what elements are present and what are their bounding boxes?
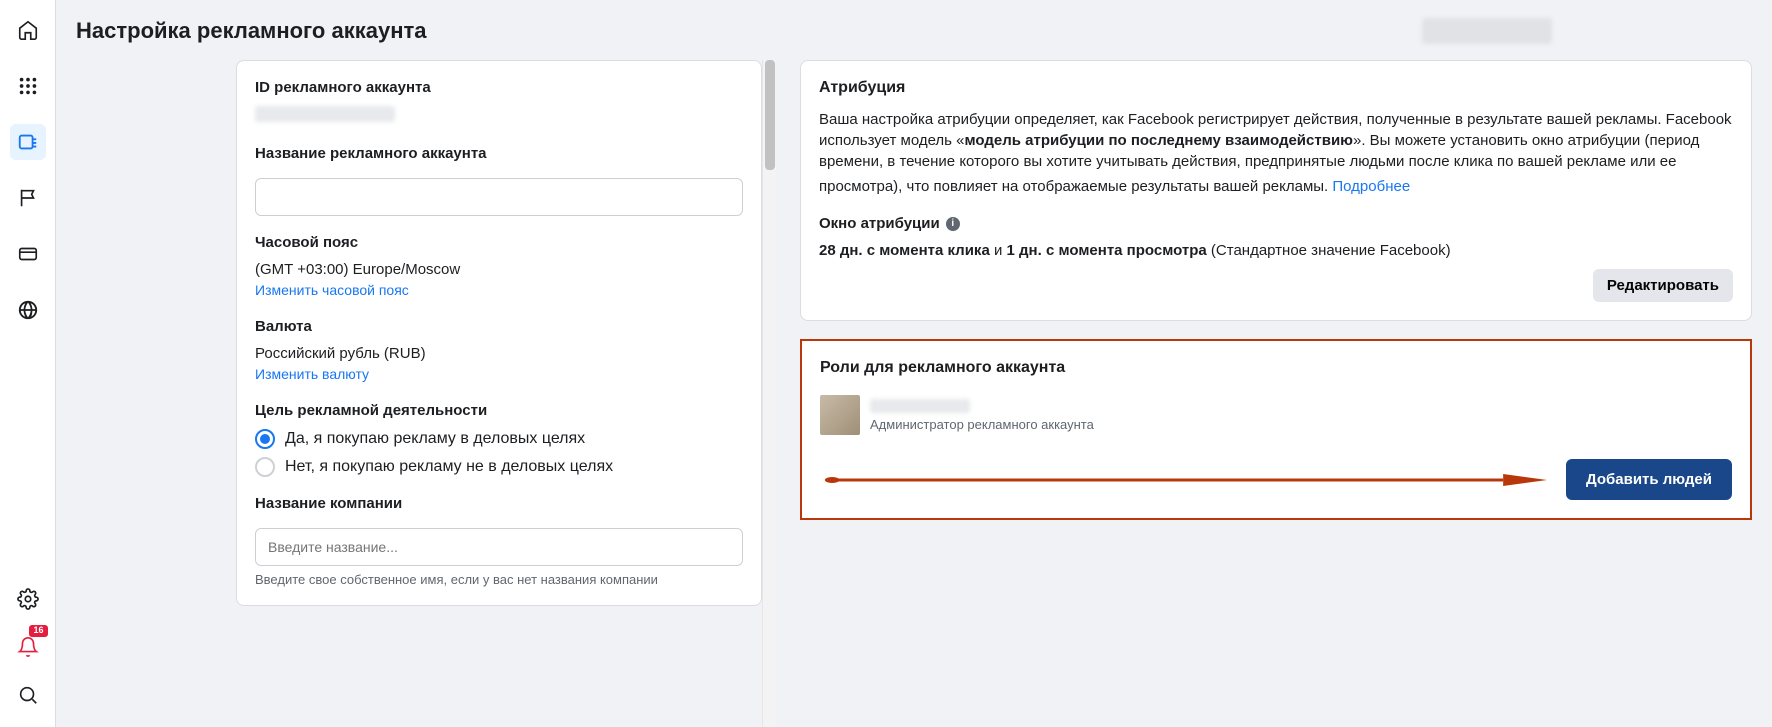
attribution-description: Ваша настройка атрибуции определяет, как… xyxy=(819,109,1733,197)
purpose-radio-no-label: Нет, я покупаю рекламу не в деловых целя… xyxy=(285,458,613,476)
purpose-radio-yes[interactable] xyxy=(255,429,275,449)
account-selector[interactable] xyxy=(1422,18,1552,44)
currency-label: Валюта xyxy=(255,318,743,335)
account-id-value xyxy=(255,106,395,122)
change-timezone-link[interactable]: Изменить часовой пояс xyxy=(255,282,409,298)
account-settings-card: ID рекламного аккаунта Название рекламно… xyxy=(236,60,762,606)
learn-more-link[interactable]: Подробнее xyxy=(1332,176,1410,197)
purpose-label: Цель рекламной деятельности xyxy=(255,402,743,419)
purpose-radio-yes-label: Да, я покупаю рекламу в деловых целях xyxy=(285,430,585,448)
account-name-label: Название рекламного аккаунта xyxy=(255,145,743,162)
ad-account-icon[interactable] xyxy=(10,124,46,160)
account-id-label: ID рекламного аккаунта xyxy=(255,79,743,96)
flag-icon[interactable] xyxy=(10,180,46,216)
scrollbar[interactable] xyxy=(762,60,776,727)
roles-card: Роли для рекламного аккаунта Администрат… xyxy=(800,339,1752,520)
avatar xyxy=(820,395,860,435)
timezone-label: Часовой пояс xyxy=(255,234,743,251)
currency-value: Российский рубль (RUB) xyxy=(255,345,743,362)
search-icon[interactable] xyxy=(10,677,46,713)
notification-badge: 16 xyxy=(29,625,47,637)
apps-icon[interactable] xyxy=(10,68,46,104)
role-row: Администратор рекламного аккаунта xyxy=(820,395,1732,435)
page-title: Настройка рекламного аккаунта xyxy=(76,18,427,44)
page-header: Настройка рекламного аккаунта xyxy=(56,0,1772,60)
roles-title: Роли для рекламного аккаунта xyxy=(820,359,1732,377)
settings-icon[interactable] xyxy=(10,581,46,617)
change-currency-link[interactable]: Изменить валюту xyxy=(255,366,369,382)
company-helper-text: Введите свое собственное имя, если у вас… xyxy=(255,572,743,587)
purpose-radio-no[interactable] xyxy=(255,457,275,477)
sidebar-nav: 16 xyxy=(0,0,56,727)
edit-attribution-button[interactable]: Редактировать xyxy=(1593,269,1733,302)
account-name-input[interactable] xyxy=(255,178,743,216)
attribution-window-label: Окно атрибуции i xyxy=(819,215,1733,232)
attribution-title: Атрибуция xyxy=(819,79,1733,97)
timezone-value: (GMT +03:00) Europe/Moscow xyxy=(255,261,743,278)
add-people-button[interactable]: Добавить людей xyxy=(1566,459,1732,500)
info-icon[interactable]: i xyxy=(946,217,960,231)
company-label: Название компании xyxy=(255,495,743,512)
globe-icon[interactable] xyxy=(10,292,46,328)
company-name-input[interactable] xyxy=(255,528,743,566)
attribution-values: 28 дн. с момента клика и 1 дн. с момента… xyxy=(819,242,1733,259)
attribution-card: Атрибуция Ваша настройка атрибуции опред… xyxy=(800,60,1752,321)
card-icon[interactable] xyxy=(10,236,46,272)
user-role: Администратор рекламного аккаунта xyxy=(870,417,1094,432)
user-name xyxy=(870,399,970,413)
arrow-annotation xyxy=(820,470,1552,490)
home-icon[interactable] xyxy=(10,12,46,48)
